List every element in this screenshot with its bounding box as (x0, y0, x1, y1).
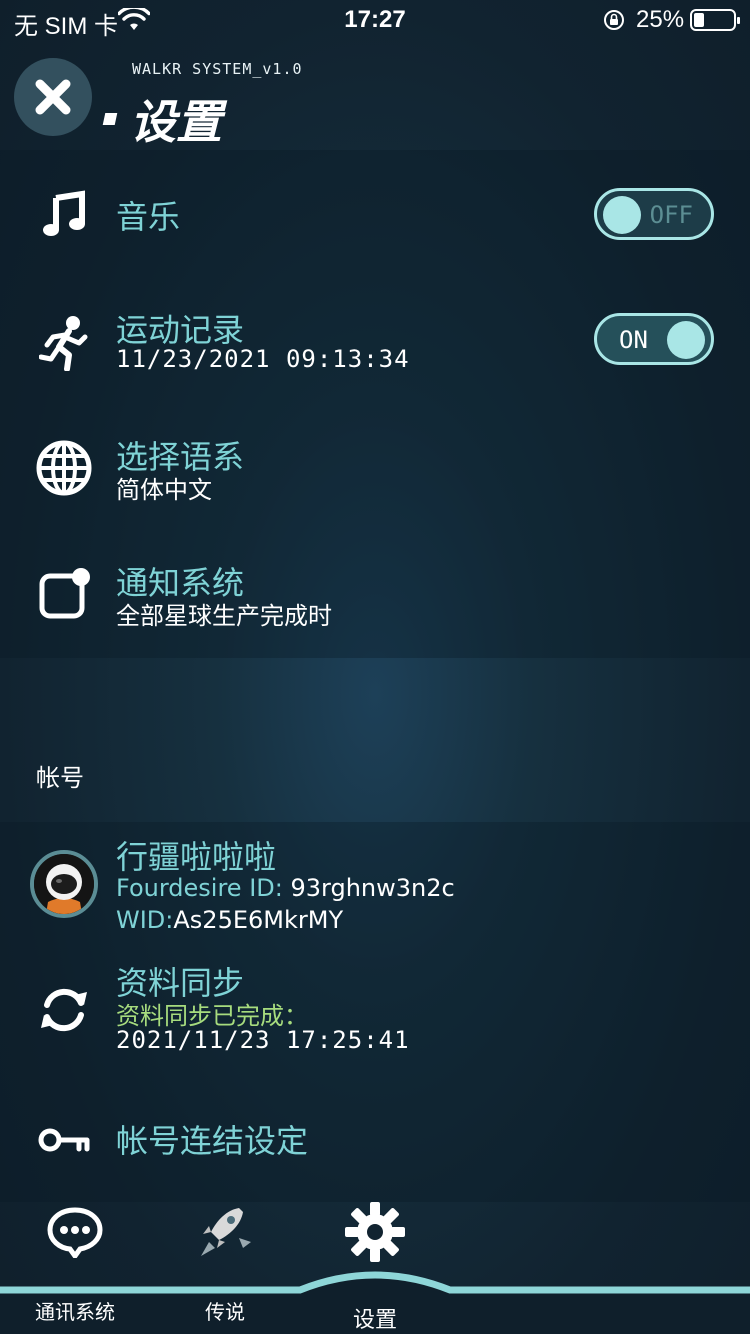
sync-timestamp: 2021/11/23 17:25:41 (116, 1026, 410, 1054)
globe-icon (34, 438, 94, 498)
battery-icon (690, 9, 740, 31)
setting-row-music[interactable]: 音乐 OFF (0, 180, 750, 250)
toggle-state: OFF (649, 201, 693, 229)
account-link-row[interactable]: 帐号连结设定 (0, 1110, 750, 1170)
account-sync-row[interactable]: 资料同步 资料同步已完成： 2021/11/23 17:25:41 (0, 958, 750, 1058)
tab-settings-label: 设置 (352, 1308, 397, 1333)
language-value: 简体中文 (116, 476, 212, 504)
notification-icon (34, 564, 94, 624)
toggle-knob (667, 321, 705, 359)
wid: WID:As25E6MkrMY (116, 906, 343, 934)
account-section-label: 帐号 (36, 764, 84, 792)
setting-row-notification[interactable]: 通知系统 全部星球生产完成时 (0, 558, 750, 638)
rocket-icon (150, 1202, 300, 1262)
orientation-lock-icon (603, 9, 625, 35)
fourdesire-id-label: Fourdesire ID: (116, 874, 291, 902)
account-profile-row[interactable]: 行疆啦啦啦 Fourdesire ID: 93rghnw3n2c WID:As2… (0, 832, 750, 942)
music-label: 音乐 (116, 198, 181, 236)
music-toggle[interactable]: OFF (594, 188, 714, 240)
fourdesire-id: Fourdesire ID: 93rghnw3n2c (116, 874, 455, 902)
tab-bar: 通讯系统 传说 设置 (0, 1180, 750, 1334)
running-man-icon (34, 313, 94, 373)
account-link-label: 帐号连结设定 (116, 1122, 309, 1160)
wid-label: WID: (116, 906, 174, 934)
close-button[interactable] (14, 58, 92, 136)
toggle-state: ON (619, 326, 648, 354)
toggle-knob (603, 196, 641, 234)
fourdesire-id-value: 93rghnw3n2c (290, 874, 455, 902)
tab-messages-label: 通讯系统 (35, 1300, 115, 1324)
sync-icon (34, 980, 94, 1040)
setting-row-activity[interactable]: 运动记录 11/23/2021 09:13:34 ON (0, 305, 750, 385)
gear-icon (300, 1202, 450, 1262)
settings-screen: 无 SIM 卡 17:27 25% WALKR SYSTEM_v1.0 设置 音… (0, 0, 750, 1334)
music-note-icon (34, 184, 94, 244)
chat-bubble-icon (0, 1202, 150, 1262)
key-icon (34, 1110, 94, 1170)
tab-legend-label: 传说 (205, 1300, 245, 1324)
close-icon (35, 79, 71, 115)
page-title-text: 设置 (130, 95, 222, 149)
activity-toggle[interactable]: ON (594, 313, 714, 365)
notification-value: 全部星球生产完成时 (116, 602, 332, 630)
title-dot (102, 113, 118, 125)
activity-timestamp: 11/23/2021 09:13:34 (116, 345, 410, 373)
battery-fill (694, 13, 704, 27)
status-bar: 无 SIM 卡 17:27 25% (0, 0, 750, 40)
setting-row-language[interactable]: 选择语系 简体中文 (0, 432, 750, 512)
wid-value: As25E6MkrMY (173, 906, 344, 934)
avatar (30, 850, 98, 918)
profile-name: 行疆啦啦啦 (116, 838, 277, 876)
battery-percent: 25% (636, 6, 685, 33)
page-title: 设置 (102, 86, 222, 152)
system-name: WALKR SYSTEM_v1.0 (132, 60, 303, 78)
